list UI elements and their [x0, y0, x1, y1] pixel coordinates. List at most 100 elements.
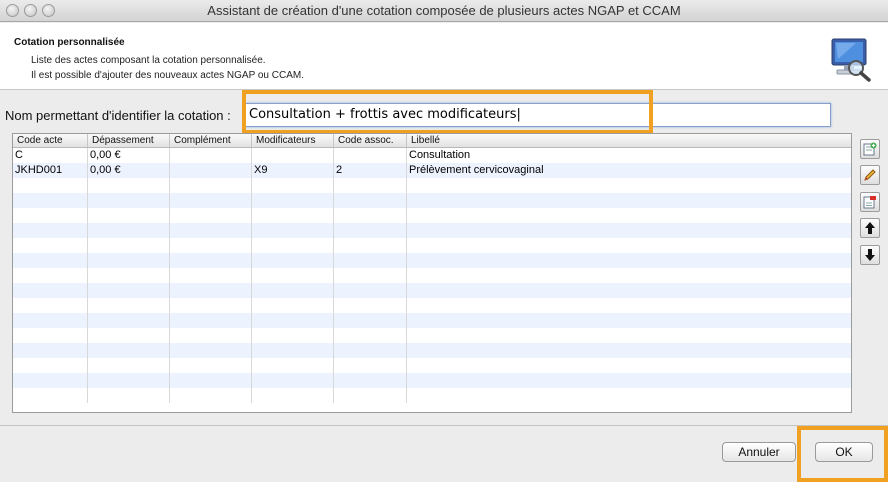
table-cell[interactable] [252, 298, 334, 313]
table-cell[interactable] [407, 268, 851, 283]
minimize-window-button[interactable] [24, 4, 37, 17]
table-cell[interactable] [252, 238, 334, 253]
table-cell[interactable] [13, 328, 88, 343]
table-cell[interactable] [334, 148, 407, 163]
table-cell[interactable] [252, 328, 334, 343]
table-cell[interactable]: 2 [334, 163, 407, 178]
table-row[interactable] [13, 253, 851, 268]
table-cell[interactable] [13, 268, 88, 283]
table-cell[interactable] [170, 268, 252, 283]
table-cell[interactable] [252, 253, 334, 268]
delete-row-button[interactable] [860, 192, 880, 212]
column-header[interactable]: Modificateurs [252, 134, 334, 147]
table-cell[interactable] [334, 268, 407, 283]
table-cell[interactable] [252, 193, 334, 208]
table-row[interactable] [13, 313, 851, 328]
table-cell[interactable] [170, 373, 252, 388]
table-row[interactable] [13, 358, 851, 373]
table-row[interactable] [13, 208, 851, 223]
table-cell[interactable] [407, 358, 851, 373]
table-cell[interactable] [13, 238, 88, 253]
table-cell[interactable]: 0,00 € [88, 163, 170, 178]
add-row-button[interactable] [860, 139, 880, 159]
table-cell[interactable] [170, 328, 252, 343]
table-cell[interactable] [170, 298, 252, 313]
move-up-button[interactable] [860, 218, 880, 238]
table-cell[interactable] [13, 193, 88, 208]
table-cell[interactable] [252, 343, 334, 358]
table-cell[interactable] [88, 328, 170, 343]
table-cell[interactable] [170, 148, 252, 163]
table-cell[interactable] [252, 268, 334, 283]
table-cell[interactable] [407, 373, 851, 388]
table-cell[interactable] [334, 223, 407, 238]
table-cell[interactable] [252, 148, 334, 163]
column-header[interactable]: Complément [170, 134, 252, 147]
table-cell[interactable] [170, 343, 252, 358]
table-cell[interactable]: 0,00 € [88, 148, 170, 163]
table-cell[interactable]: C [13, 148, 88, 163]
table-cell[interactable] [334, 328, 407, 343]
table-cell[interactable] [88, 298, 170, 313]
table-cell[interactable] [334, 253, 407, 268]
table-cell[interactable] [407, 223, 851, 238]
table-cell[interactable] [170, 223, 252, 238]
table-cell[interactable] [334, 178, 407, 193]
table-cell[interactable] [407, 328, 851, 343]
column-header[interactable]: Code acte [13, 134, 88, 147]
table-row[interactable] [13, 283, 851, 298]
table-cell[interactable] [252, 283, 334, 298]
table-cell[interactable] [170, 208, 252, 223]
table-row[interactable] [13, 298, 851, 313]
table-cell[interactable] [13, 253, 88, 268]
table-cell[interactable] [252, 208, 334, 223]
table-row[interactable] [13, 388, 851, 403]
table-cell[interactable] [334, 358, 407, 373]
table-cell[interactable] [252, 313, 334, 328]
table-cell[interactable] [13, 373, 88, 388]
move-down-button[interactable] [860, 245, 880, 265]
table-cell[interactable] [88, 238, 170, 253]
ok-button[interactable]: OK [815, 442, 873, 462]
table-cell[interactable]: JKHD001 [13, 163, 88, 178]
table-cell[interactable] [88, 388, 170, 403]
table-cell[interactable] [88, 358, 170, 373]
table-cell[interactable] [88, 223, 170, 238]
table-cell[interactable] [252, 178, 334, 193]
column-header[interactable]: Libellé [407, 134, 851, 147]
table-row[interactable]: C 0,00 € Consultation [13, 148, 851, 163]
table-cell[interactable] [170, 283, 252, 298]
table-cell[interactable] [170, 388, 252, 403]
table-cell[interactable] [407, 208, 851, 223]
table-cell[interactable] [334, 238, 407, 253]
cotation-name-input[interactable]: Consultation + frottis avec modificateur… [244, 103, 831, 127]
table-cell[interactable] [252, 223, 334, 238]
table-cell[interactable] [334, 313, 407, 328]
cancel-button[interactable]: Annuler [722, 442, 796, 462]
table-row[interactable] [13, 193, 851, 208]
table-cell[interactable] [13, 298, 88, 313]
table-row[interactable] [13, 178, 851, 193]
table-cell[interactable] [170, 163, 252, 178]
table-row[interactable] [13, 238, 851, 253]
close-window-button[interactable] [6, 4, 19, 17]
table-cell[interactable] [407, 238, 851, 253]
table-cell[interactable] [407, 253, 851, 268]
table-row[interactable]: JKHD001 0,00 € X9 2 Prélèvement cervicovagin… [13, 163, 851, 178]
table-cell[interactable] [88, 178, 170, 193]
table-cell[interactable] [407, 313, 851, 328]
table-cell[interactable] [334, 388, 407, 403]
table-cell[interactable] [13, 178, 88, 193]
table-cell[interactable] [407, 283, 851, 298]
table-row[interactable] [13, 328, 851, 343]
table-cell[interactable] [170, 253, 252, 268]
table-cell[interactable] [407, 343, 851, 358]
table-cell[interactable] [88, 268, 170, 283]
table-cell[interactable] [13, 313, 88, 328]
table-cell[interactable] [88, 373, 170, 388]
table-cell[interactable] [13, 283, 88, 298]
table-cell[interactable] [252, 358, 334, 373]
table-cell[interactable] [88, 283, 170, 298]
table-cell[interactable] [334, 208, 407, 223]
table-row[interactable] [13, 223, 851, 238]
